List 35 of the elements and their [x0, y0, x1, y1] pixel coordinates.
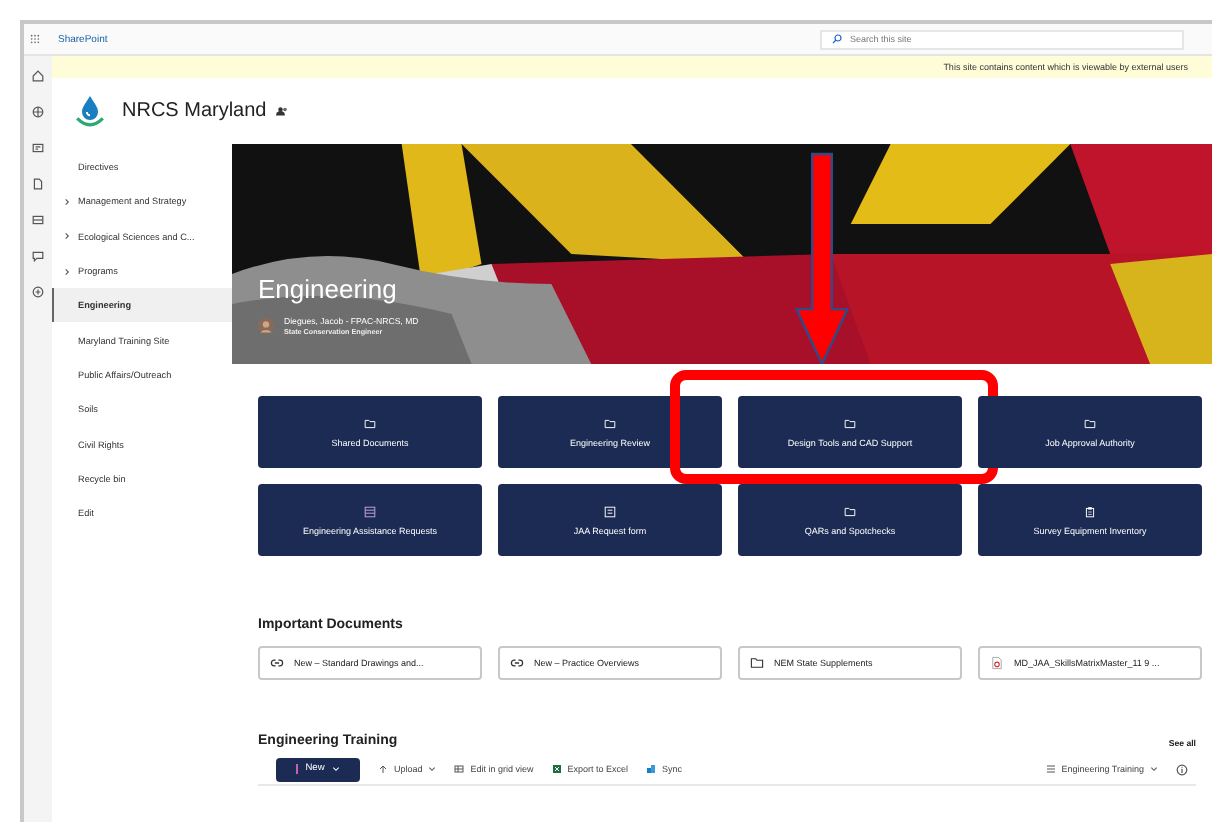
chevron-icon — [63, 232, 69, 241]
clipboard-icon — [1084, 505, 1096, 517]
caret-icon — [332, 766, 341, 772]
caret-icon — [428, 766, 437, 772]
form-icon — [604, 505, 616, 517]
caret-icon — [1150, 766, 1158, 772]
grid-icon — [454, 764, 465, 774]
add-icon[interactable] — [32, 286, 44, 298]
folder-icon — [844, 417, 856, 429]
avatar-icon — [258, 318, 274, 334]
link-icon — [270, 656, 284, 670]
newspaper-icon[interactable] — [32, 142, 44, 154]
spreadsheet-icon — [551, 764, 562, 774]
chevron-icon — [63, 267, 69, 276]
link-icon — [510, 656, 524, 670]
list-icon[interactable] — [32, 214, 44, 226]
chevron-icon — [63, 197, 69, 206]
water-drop-logo — [74, 93, 106, 129]
folder-icon — [364, 417, 376, 429]
chat-icon[interactable] — [32, 250, 44, 262]
upload-icon — [378, 764, 388, 774]
info-icon[interactable] — [1176, 763, 1188, 775]
people-icon — [276, 106, 289, 116]
site-title: NRCS Maryland — [122, 100, 267, 122]
list-icon — [1045, 764, 1056, 774]
folder-icon — [1084, 417, 1096, 429]
folder-icon — [750, 656, 764, 670]
page-title: Engineering — [258, 274, 399, 304]
list-icon — [364, 505, 376, 517]
folder-icon — [604, 417, 616, 429]
file-icon[interactable] — [32, 178, 44, 190]
pdf-file-icon — [990, 656, 1004, 670]
home-icon[interactable] — [32, 70, 44, 82]
folder-icon — [844, 505, 856, 517]
globe-icon[interactable] — [32, 106, 44, 118]
